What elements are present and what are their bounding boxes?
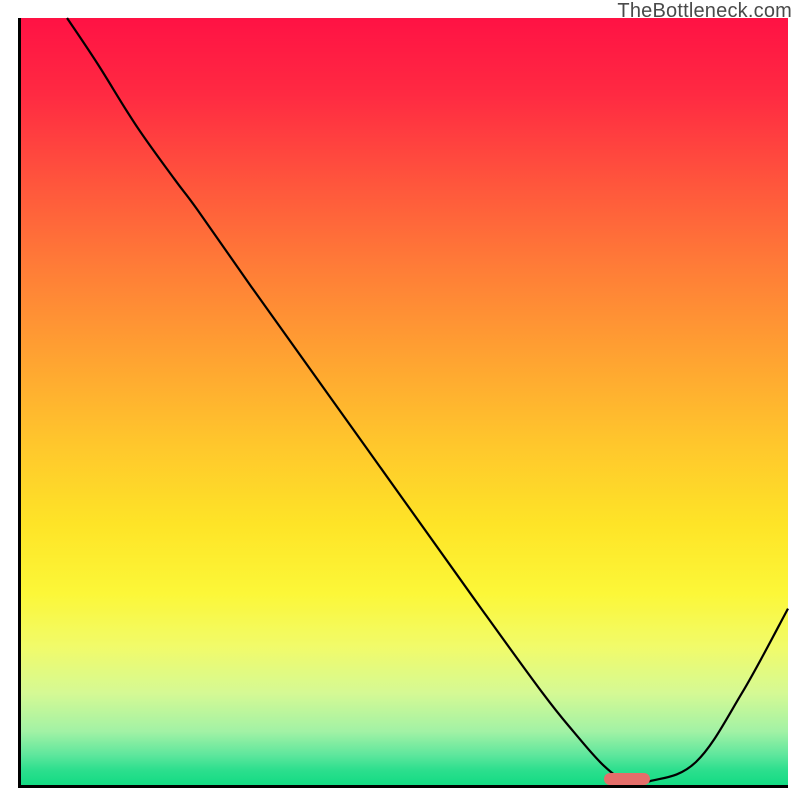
chart-container: TheBottleneck.com [0,0,800,800]
bottleneck-curve [21,18,788,785]
plot-area [18,18,788,788]
optimal-marker [604,773,650,785]
